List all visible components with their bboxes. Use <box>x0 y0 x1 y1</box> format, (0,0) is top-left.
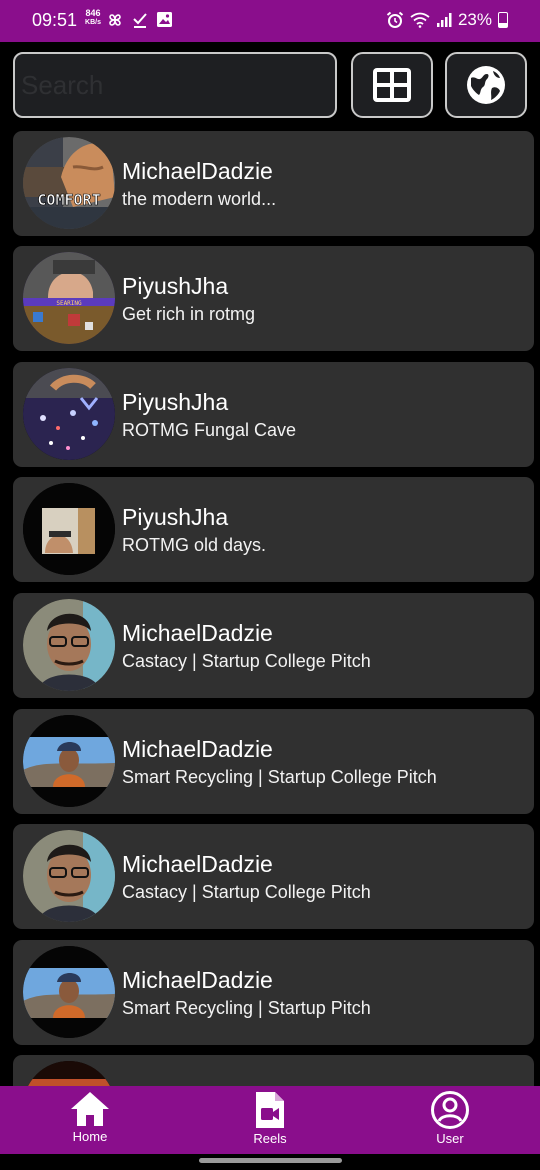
video-thumbnail[interactable]: COMFORT <box>23 137 115 229</box>
card-author: MichaelDadzie <box>122 158 273 184</box>
globe-icon <box>467 66 505 104</box>
nav-home-label: Home <box>72 1129 108 1144</box>
video-thumbnail[interactable] <box>23 830 115 922</box>
video-card[interactable]: COMFORT MichaelDadzie the modern world..… <box>13 131 534 236</box>
wifi-icon <box>410 12 430 28</box>
card-author: MichaelDadzie <box>122 967 273 993</box>
video-thumbnail[interactable] <box>23 483 115 575</box>
video-card[interactable]: SEARING PiyushJha Get rich in rotmg <box>13 246 534 351</box>
search-row <box>13 52 527 118</box>
video-card[interactable]: MichaelDadzie Castacy | Startup College … <box>13 824 534 929</box>
pinwheel-icon <box>109 14 121 26</box>
card-title: Castacy | Startup College Pitch <box>122 882 371 902</box>
card-title: ROTMG Fungal Cave <box>122 420 297 440</box>
network-speed-unit: KB/s <box>85 19 101 26</box>
video-card[interactable] <box>13 1055 534 1086</box>
gesture-area <box>0 1154 540 1170</box>
network-speed-value: 846 <box>85 8 101 18</box>
globe-button[interactable] <box>445 52 527 118</box>
card-author: MichaelDadzie <box>122 736 273 762</box>
nav-home[interactable]: Home <box>30 1086 150 1154</box>
card-title: ROTMG old days. <box>122 535 267 555</box>
video-card[interactable]: PiyushJha ROTMG Fungal Cave <box>13 362 534 467</box>
video-thumbnail[interactable] <box>23 715 115 807</box>
home-icon <box>71 1092 109 1126</box>
video-file-icon <box>256 1092 284 1128</box>
video-card[interactable]: MichaelDadzie Castacy | Startup College … <box>13 593 534 698</box>
nav-user-label: User <box>436 1131 464 1146</box>
download-done-icon <box>133 13 147 28</box>
card-title: Get rich in rotmg <box>122 304 256 324</box>
battery-icon <box>498 12 508 28</box>
nav-reels[interactable]: Reels <box>210 1086 330 1154</box>
system-icons: 23% <box>386 10 508 30</box>
notification-icons <box>106 11 173 29</box>
video-card[interactable]: PiyushJha ROTMG old days. <box>13 477 534 582</box>
video-card[interactable]: MichaelDadzie Smart Recycling | Startup … <box>13 709 534 814</box>
card-title: the modern world... <box>122 189 277 209</box>
video-card[interactable]: MichaelDadzie Smart Recycling | Startup … <box>13 940 534 1045</box>
status-bar: 09:51 846 KB/s 23% <box>0 0 540 42</box>
battery-percent: 23% <box>457 10 492 29</box>
image-icon <box>157 12 172 27</box>
video-thumbnail[interactable] <box>23 1061 115 1086</box>
card-author: MichaelDadzie <box>122 620 273 646</box>
video-thumbnail[interactable]: SEARING <box>23 252 115 344</box>
search-input[interactable] <box>13 52 337 118</box>
nav-user[interactable]: User <box>390 1086 510 1154</box>
video-thumbnail[interactable] <box>23 368 115 460</box>
card-title: Smart Recycling | Startup College Pitch <box>122 767 437 787</box>
card-author: PiyushJha <box>122 389 229 415</box>
thumbnail-caption: SEARING <box>56 300 82 307</box>
card-title: Smart Recycling | Startup Pitch <box>122 998 371 1018</box>
nav-reels-label: Reels <box>253 1131 287 1146</box>
card-author: PiyushJha <box>122 504 229 530</box>
grid-view-icon <box>373 68 411 102</box>
signal-icon <box>436 13 452 27</box>
home-gesture-bar[interactable] <box>199 1158 342 1163</box>
bottom-nav: Home Reels User <box>0 1086 540 1154</box>
card-author: MichaelDadzie <box>122 851 273 877</box>
video-thumbnail[interactable] <box>23 946 115 1038</box>
grid-view-button[interactable] <box>351 52 433 118</box>
thumbnail-caption: COMFORT <box>37 191 100 209</box>
user-icon <box>431 1091 469 1129</box>
video-feed: COMFORT MichaelDadzie the modern world..… <box>13 131 540 1086</box>
network-speed: 846 KB/s <box>82 9 104 27</box>
alarm-icon <box>386 11 404 28</box>
video-thumbnail[interactable] <box>23 599 115 691</box>
status-time: 09:51 <box>32 10 78 30</box>
card-title: Castacy | Startup College Pitch <box>122 651 371 671</box>
card-author: PiyushJha <box>122 273 229 299</box>
